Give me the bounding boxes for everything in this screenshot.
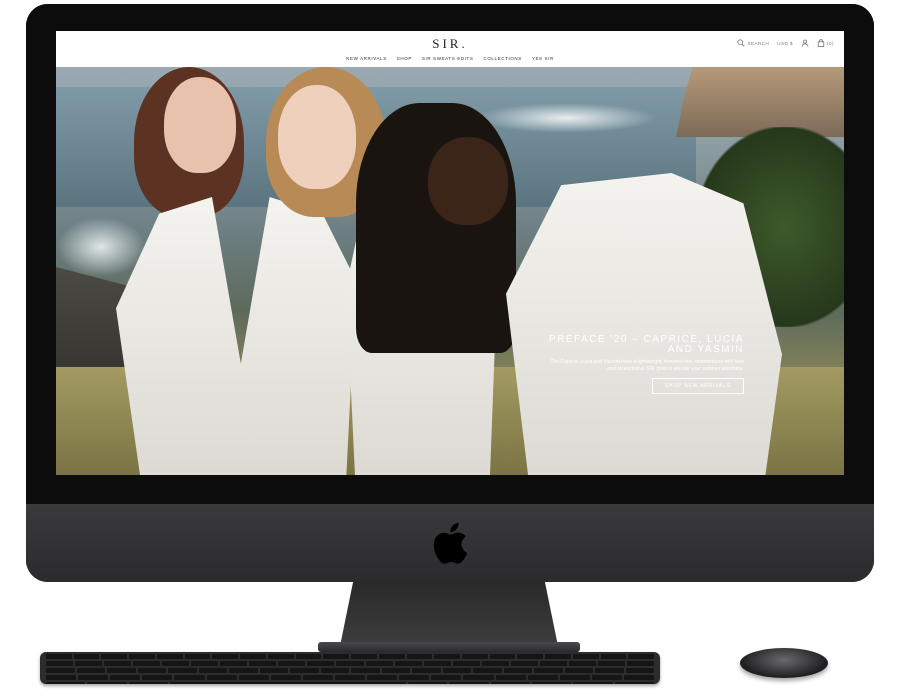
- keyboard-row: [40, 680, 660, 684]
- user-icon[interactable]: [801, 39, 809, 47]
- hero-banner: PREFACE '20 – CAPRICE, LUCIA AND YASMIN …: [56, 67, 844, 475]
- header-tools: SEARCH USD $ (0): [737, 39, 834, 47]
- nav-collections[interactable]: COLLECTIONS: [483, 56, 521, 61]
- hero-surf: [476, 103, 656, 133]
- keyboard-row: [40, 666, 660, 673]
- model-hair: [356, 103, 516, 353]
- search-icon: [737, 39, 745, 47]
- imac-stand-base: [318, 642, 580, 652]
- site-logo[interactable]: SIR.: [56, 36, 844, 52]
- keyboard-row: [40, 673, 660, 680]
- model-dress: [116, 197, 356, 475]
- model-face: [164, 77, 236, 173]
- currency-selector[interactable]: USD $: [777, 41, 793, 46]
- mouse: [740, 648, 828, 678]
- model-dress: [506, 173, 782, 475]
- apple-logo-icon: [433, 522, 468, 564]
- imac-stand: [340, 582, 558, 646]
- website-display: SIR. NEW ARRIVALS SHOP SIR SWEATS EDITS …: [56, 31, 844, 475]
- hero-description: The Caprice, Lucia and Yasmin have a lig…: [550, 359, 744, 372]
- keyboard-row: [40, 652, 660, 659]
- hero-surf: [56, 217, 146, 277]
- model-face: [428, 137, 508, 225]
- site-header: SIR. NEW ARRIVALS SHOP SIR SWEATS EDITS …: [56, 31, 844, 67]
- main-nav: NEW ARRIVALS SHOP SIR SWEATS EDITS COLLE…: [56, 56, 844, 61]
- nav-sir-sweats-edits[interactable]: SIR SWEATS EDITS: [422, 56, 474, 61]
- search-button[interactable]: SEARCH: [737, 39, 769, 47]
- hero-promo: PREFACE '20 – CAPRICE, LUCIA AND YASMIN …: [544, 335, 744, 394]
- cart-count: (0): [827, 40, 834, 46]
- model-face: [278, 85, 356, 189]
- nav-shop[interactable]: SHOP: [397, 56, 412, 61]
- nav-new-arrivals[interactable]: NEW ARRIVALS: [346, 56, 387, 61]
- search-label: SEARCH: [747, 40, 770, 46]
- bag-icon: [817, 39, 825, 47]
- keyboard: [40, 652, 660, 684]
- cart-button[interactable]: (0): [817, 39, 834, 47]
- hero-title: PREFACE '20 – CAPRICE, LUCIA AND YASMIN: [548, 334, 744, 355]
- keyboard-row: [40, 659, 660, 666]
- nav-yes-sir[interactable]: YES SIR: [532, 56, 554, 61]
- shop-new-arrivals-button[interactable]: SHOP NEW ARRIVALS: [651, 378, 744, 394]
